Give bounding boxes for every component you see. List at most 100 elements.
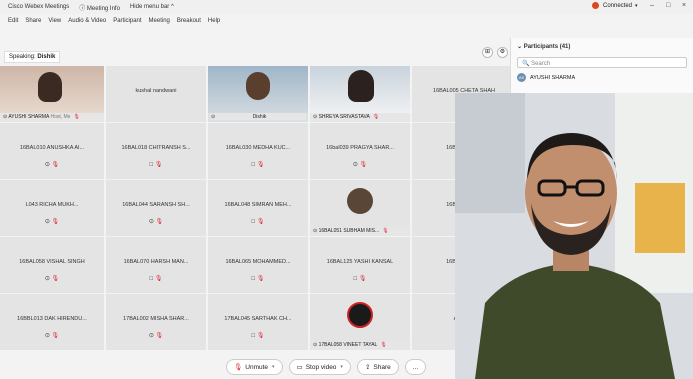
menu-breakout[interactable]: Breakout xyxy=(177,18,201,24)
participant-label-bar: ⊙ SHREYA SRIVASTAVA 🎙 xyxy=(310,113,410,122)
participant-name: kushal nandwani xyxy=(135,88,177,94)
participant-tile[interactable]: 16BAL058 VISHAL SINGH ⊙ 🎙 xyxy=(0,237,104,293)
participant-name: 17BAL058 VINEET TAYAL xyxy=(318,342,378,348)
speaking-indicator: Speaking: Dishik xyxy=(4,51,61,63)
participant-tile[interactable]: 17BAL002 MISHA SHAR... ⊙ 🎙 xyxy=(106,294,206,350)
participant-status-icons: □ 🎙 xyxy=(251,333,265,339)
settings-icon[interactable]: ⚙ xyxy=(497,47,508,58)
stop-video-button[interactable]: ▭ Stop video ▾ xyxy=(288,359,351,375)
avatar: AS xyxy=(517,73,526,82)
menu-help[interactable]: Help xyxy=(208,18,220,24)
unmute-label: Unmute xyxy=(245,363,269,371)
more-options-button[interactable]: ... xyxy=(404,359,427,375)
participant-tile[interactable]: 16BAL018 CHITRANSH S... □ 🎙 xyxy=(106,123,206,179)
participant-label-bar: ⊙ AYUSHI SHARMA Host, Me 🎙 xyxy=(0,113,104,122)
participant-video xyxy=(310,66,410,113)
video-camera-icon: ▭ xyxy=(296,364,303,371)
participant-status-icons: ⊙ 🎙 xyxy=(148,219,164,225)
avatar xyxy=(347,188,373,214)
search-placeholder: Search xyxy=(531,61,551,67)
connected-icon xyxy=(592,2,599,9)
participant-name: 16BAL048 SIMRAN MEH... xyxy=(224,202,292,208)
share-button[interactable]: ⇪ Share xyxy=(356,359,399,375)
participant-status-icons: ⊙ 🎙 xyxy=(44,333,60,339)
menu-view[interactable]: View xyxy=(48,18,61,24)
participant-tile[interactable]: 16BAL065 MOHAMMED... □ 🎙 xyxy=(208,237,308,293)
menu-meeting[interactable]: Meeting xyxy=(149,18,170,24)
participant-silhouette xyxy=(246,72,270,100)
unmute-button[interactable]: 🎙 Unmute ▾ xyxy=(226,359,283,375)
participant-status-icons: □ 🎙 xyxy=(251,219,265,225)
participant-list-name: AYUSHI SHARMA xyxy=(530,74,576,81)
participant-name: 17BAL002 MISHA SHAR... xyxy=(123,316,189,322)
connection-status[interactable]: Connected ▾ xyxy=(592,2,638,9)
mic-muted-icon: 🎙 xyxy=(73,114,80,120)
menu-audio-video[interactable]: Audio & Video xyxy=(68,18,106,24)
mic-muted-icon: 🎙 xyxy=(234,364,243,371)
participant-label-bar: ⊙ 17BAL058 VINEET TAYAL 🎙 xyxy=(310,341,410,350)
mic-muted-icon: 🎙 xyxy=(380,342,387,348)
participant-label-bar: ⊙ 16BAL051 SUBHAM MIS... 🎙 xyxy=(310,227,410,236)
maximize-icon[interactable]: □ xyxy=(666,2,670,9)
participant-tile[interactable]: 16BAL125 YASHI KANSAL □ 🎙 xyxy=(310,237,410,293)
layout-icon[interactable]: ⊞ xyxy=(482,47,493,58)
chevron-down-icon[interactable]: ▾ xyxy=(272,364,275,370)
participant-tile[interactable]: 16BAL070 HARSH MAN... □ 🎙 xyxy=(106,237,206,293)
minimize-icon[interactable]: – xyxy=(650,2,654,9)
participant-name: 16BAL051 SUBHAM MIS... xyxy=(318,228,380,234)
participant-tile[interactable]: kushal nandwani xyxy=(106,66,206,122)
participant-silhouette xyxy=(38,72,62,102)
close-icon[interactable]: × xyxy=(682,2,686,9)
mic-muted-icon: 🎙 xyxy=(382,228,389,234)
chevron-down-icon[interactable]: ▾ xyxy=(340,364,343,370)
video-grid: ⊙ AYUSHI SHARMA Host, Me 🎙 kushal nandwan… xyxy=(0,66,516,350)
menu-participant[interactable]: Participant xyxy=(113,18,141,24)
app-title: Cisco Webex Meetings xyxy=(8,4,70,10)
share-icon: ⇪ xyxy=(364,364,371,371)
participant-name: 16BAL010 ANUSHKA AI... xyxy=(19,145,85,151)
share-label: Share xyxy=(373,363,391,371)
stop-video-label: Stop video xyxy=(305,363,337,371)
participant-tile[interactable]: 16BAL030 MEDHA KUC... □ 🎙 xyxy=(208,123,308,179)
participant-video xyxy=(208,66,308,113)
participant-status-icons: □ 🎙 xyxy=(353,276,367,282)
participant-tile-active-speaker[interactable]: ⊙ Dishik xyxy=(208,66,308,122)
participant-tile[interactable]: 17BAL045 SARTHAK CH... □ 🎙 xyxy=(208,294,308,350)
connection-label: Connected xyxy=(603,2,633,9)
participant-name: 16BAL070 HARSH MAN... xyxy=(123,259,189,265)
meeting-info-button[interactable]: ⓘ Meeting Info xyxy=(79,3,120,12)
participant-tile[interactable]: L043 RICHA MUKH... ⊙ 🎙 xyxy=(0,180,104,236)
title-bar: Cisco Webex Meetings ⓘ Meeting Info Hide… xyxy=(0,0,693,14)
participant-tile[interactable]: 16BBL013 DAK HIRENDU... ⊙ 🎙 xyxy=(0,294,104,350)
participant-tile[interactable]: 16BAL010 ANUSHKA AI... ⊙ 🎙 xyxy=(0,123,104,179)
participant-name: L043 RICHA MUKH... xyxy=(25,202,79,208)
participant-tile[interactable]: 16bal039 PRAGYA SHAR... ⊙ 🎙 xyxy=(310,123,410,179)
menu-edit[interactable]: Edit xyxy=(8,18,18,24)
participant-name: 16BBL013 DAK HIRENDU... xyxy=(17,316,87,322)
participant-tile[interactable]: ⊙ SHREYA SRIVASTAVA 🎙 xyxy=(310,66,410,122)
hide-menu-bar-button[interactable]: Hide menu bar ^ xyxy=(130,4,174,10)
participant-list-item[interactable]: AS AYUSHI SHARMA xyxy=(511,70,693,85)
participant-status-icons: ⊙ 🎙 xyxy=(44,276,60,282)
participant-silhouette xyxy=(348,70,374,102)
presenter-video-overlay xyxy=(455,93,693,379)
participant-status-icons: □ 🎙 xyxy=(149,276,163,282)
participant-status-icons: ⊙ 🎙 xyxy=(44,162,60,168)
speaking-label: Speaking: xyxy=(9,54,36,60)
participant-label-bar: ⊙ Dishik xyxy=(208,113,308,122)
participant-name: 16bal039 PRAGYA SHAR... xyxy=(326,145,394,151)
participant-status-icons: □ 🎙 xyxy=(149,162,163,168)
participants-title: Participants (41) xyxy=(523,44,571,50)
participant-video xyxy=(0,66,104,113)
participant-search-input[interactable]: 🔍 Search xyxy=(517,57,687,68)
participant-tile[interactable]: ⊙ 16BAL051 SUBHAM MIS... 🎙 xyxy=(310,180,410,236)
participants-header[interactable]: ⌄ Participants (41) xyxy=(511,38,693,55)
menu-share[interactable]: Share xyxy=(25,18,41,24)
participant-tile[interactable]: 16BAL048 SIMRAN MEH... □ 🎙 xyxy=(208,180,308,236)
participant-status-icons: ⊙ 🎙 xyxy=(148,333,164,339)
participant-name: 17BAL045 SARTHAK CH... xyxy=(224,316,292,322)
chevron-down-icon: ▾ xyxy=(635,2,638,9)
participant-tile[interactable]: ⊙ 17BAL058 VINEET TAYAL 🎙 xyxy=(310,294,410,350)
participant-tile[interactable]: 16BAL044 SARANSH SH... ⊙ 🎙 xyxy=(106,180,206,236)
participant-tile[interactable]: ⊙ AYUSHI SHARMA Host, Me 🎙 xyxy=(0,66,104,122)
